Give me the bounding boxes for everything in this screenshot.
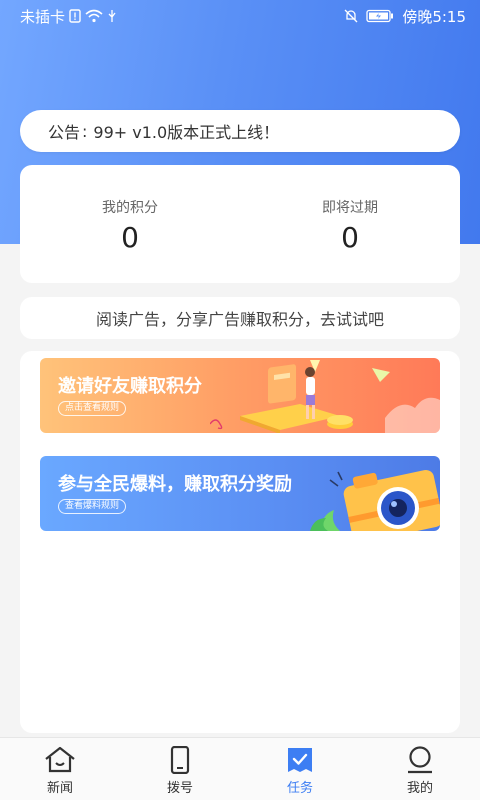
mute-bell-icon <box>344 9 358 23</box>
citizen-report-banner[interactable]: 参与全民爆料，赚取积分奖励 查看爆料规则 <box>40 456 440 531</box>
task-list-card: 邀请好友赚取积分 点击查看规则 参与全民爆料，赚取积分奖励 查看爆料规则 <box>20 351 460 733</box>
battery-charging-icon <box>366 9 394 23</box>
camera-illustration-icon <box>310 470 440 531</box>
expiring-points[interactable]: 即将过期 0 <box>240 165 460 283</box>
announcement-separator: : <box>82 121 88 141</box>
carrier-text: 未插卡 <box>20 7 66 26</box>
tab-news-label: 新闻 <box>46 781 73 796</box>
bottom-tab-bar: 新闻 拨号 任务 我的 <box>0 737 480 800</box>
tab-mine[interactable]: 我的 <box>360 738 480 800</box>
tab-dial-label: 拨号 <box>166 781 193 796</box>
tab-dial[interactable]: 拨号 <box>120 738 240 800</box>
tab-mine-label: 我的 <box>406 781 433 796</box>
profile-icon <box>408 746 432 774</box>
announcement-label: 公告 <box>48 123 81 142</box>
my-points[interactable]: 我的积分 0 <box>20 165 240 283</box>
tab-tasks-label: 任务 <box>286 781 313 796</box>
expiring-points-label: 即将过期 <box>322 200 378 216</box>
sim-alert-icon <box>69 9 81 23</box>
clock-time: 傍晚5:15 <box>402 7 466 26</box>
citizen-report-title: 参与全民爆料，赚取积分奖励 <box>58 474 292 495</box>
task-icon <box>288 748 312 772</box>
points-summary-card: 我的积分 0 即将过期 0 <box>20 165 460 283</box>
tab-news[interactable]: 新闻 <box>0 738 120 800</box>
my-points-label: 我的积分 <box>102 200 158 216</box>
my-points-value: 0 <box>121 221 139 254</box>
ad-tip-banner[interactable]: 阅读广告，分享广告赚取积分，去试试吧 <box>20 297 460 339</box>
expiring-points-value: 0 <box>341 221 359 254</box>
invite-friends-title: 邀请好友赚取积分 <box>58 376 202 397</box>
invite-illustration-icon <box>210 360 440 433</box>
ad-tip-text: 阅读广告，分享广告赚取积分，去试试吧 <box>95 310 384 329</box>
announcement-bar[interactable]: 公告 : 99+ v1.0版本正式上线！ <box>20 110 460 152</box>
invite-friends-banner[interactable]: 邀请好友赚取积分 点击查看规则 <box>40 358 440 433</box>
invite-rules-button[interactable]: 点击查看规则 <box>58 401 127 416</box>
announcement-text: 99+ v1.0版本正式上线！ <box>93 123 280 142</box>
report-rules-button[interactable]: 查看爆料规则 <box>58 499 127 514</box>
wifi-icon <box>85 9 103 23</box>
tab-tasks[interactable]: 任务 <box>240 738 360 800</box>
status-bar: 未插卡 傍晚5:15 <box>0 0 480 32</box>
phone-icon <box>170 746 190 774</box>
usb-icon <box>107 9 117 23</box>
home-icon <box>45 746 75 773</box>
